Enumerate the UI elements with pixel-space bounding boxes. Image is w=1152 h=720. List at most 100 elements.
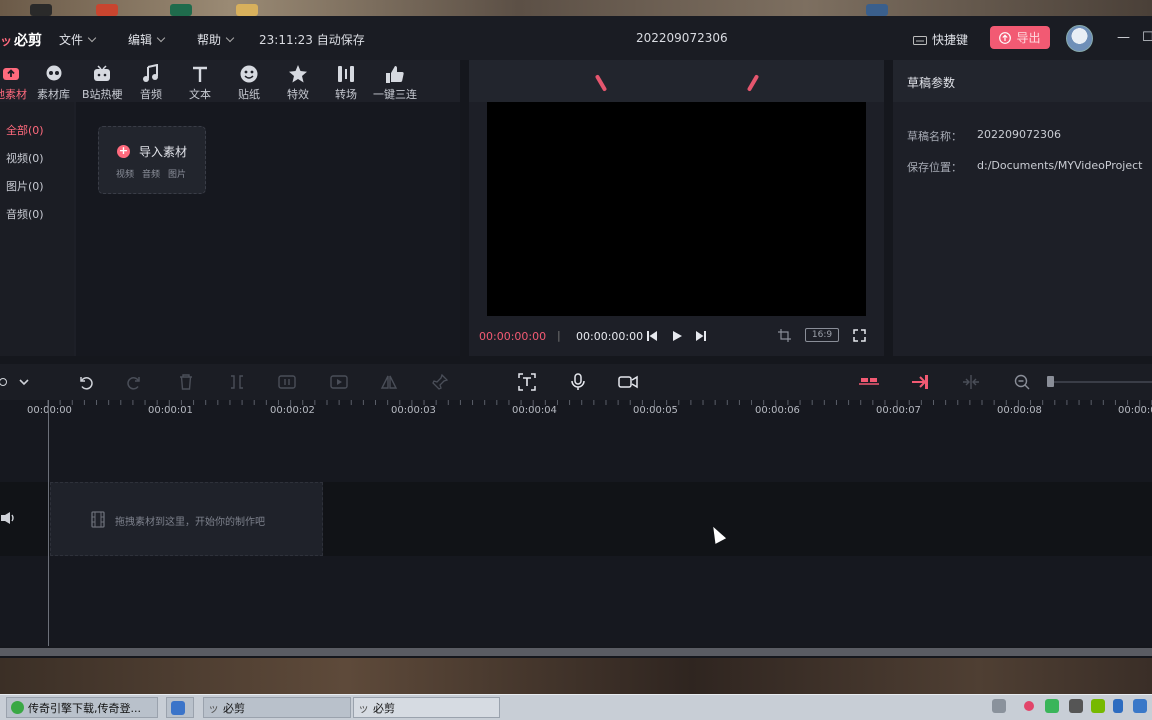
menu-edit[interactable]: 编辑 xyxy=(128,31,166,48)
bluetooth-tray-icon[interactable] xyxy=(1113,699,1123,713)
tool-bilibili-memes[interactable]: B站热梗 xyxy=(82,64,123,102)
fullscreen-icon[interactable] xyxy=(853,329,866,342)
taskbar-item-bijian-2[interactable]: ッ 必剪 xyxy=(353,697,500,718)
avatar[interactable] xyxy=(1066,25,1093,52)
properties-title: 草稿参数 xyxy=(907,76,956,90)
chevron-down-icon xyxy=(87,33,97,43)
export-button[interactable]: 导出 xyxy=(990,26,1050,49)
media-tray-icon[interactable] xyxy=(1045,699,1059,713)
skip-forward-icon[interactable] xyxy=(695,330,707,342)
category-all[interactable]: 全部(0) xyxy=(6,122,44,138)
snap-icon[interactable] xyxy=(859,372,879,392)
bijian-icon: ッ xyxy=(358,701,369,715)
main-track[interactable]: 拖拽素材到这里，开始你的制作吧 xyxy=(0,482,1152,556)
split-icon[interactable] xyxy=(227,372,247,392)
record-tray-icon[interactable] xyxy=(1024,701,1034,711)
bijian-icon: ッ xyxy=(208,701,219,715)
text-t-icon xyxy=(189,64,211,84)
taskbar-item-browser[interactable]: 传奇引擎下载,传奇登... xyxy=(6,697,158,718)
sparkle-icon xyxy=(287,64,309,84)
media-toolbar: 地素材 素材库 B站热梗 音频 文本 贴纸 xyxy=(0,60,460,102)
media-category-nav: 全部(0) 视频(0) 图片(0) 音频(0) xyxy=(0,102,74,356)
undo-icon[interactable] xyxy=(75,372,95,392)
tool-triple-like[interactable]: 一键三连 xyxy=(373,64,417,102)
keyboard-tray-icon[interactable] xyxy=(992,699,1006,713)
speaker-tray-icon[interactable] xyxy=(1069,699,1083,713)
import-type-audio: 音频 xyxy=(142,170,161,180)
tool-sticker[interactable]: 贴纸 xyxy=(238,64,260,102)
import-label: 导入素材 xyxy=(139,145,188,159)
category-image[interactable]: 图片(0) xyxy=(6,178,44,194)
timeline-tracks[interactable]: 拖拽素材到这里，开始你的制作吧 xyxy=(0,422,1152,646)
media-panel: 地素材 素材库 B站热梗 音频 文本 贴纸 xyxy=(0,60,460,356)
reverse-icon[interactable] xyxy=(329,372,349,392)
volume-icon[interactable] xyxy=(0,511,16,525)
text-recognition-icon[interactable] xyxy=(517,372,537,392)
desktop-icon xyxy=(96,4,118,16)
tick-label: 00:00:08 xyxy=(997,405,1042,416)
microphone-icon[interactable] xyxy=(568,372,588,392)
tool-text[interactable]: 文本 xyxy=(189,64,211,102)
play-icon[interactable] xyxy=(671,330,683,342)
autosave-status: 23:11:23 自动保存 xyxy=(259,33,365,47)
category-audio[interactable]: 音频(0) xyxy=(6,206,44,222)
import-media-button[interactable]: + 导入素材 视频 音频 图片 xyxy=(98,126,206,194)
import-row: + 导入素材 xyxy=(117,143,187,160)
magnet-icon[interactable] xyxy=(910,372,930,392)
aspect-ratio-button[interactable]: 16:9 xyxy=(805,328,839,342)
tick-label: 00:00:02 xyxy=(270,405,315,416)
tool-audio[interactable]: 音频 xyxy=(140,64,162,102)
menu-file[interactable]: 文件 xyxy=(59,31,97,48)
align-center-icon[interactable] xyxy=(961,372,981,392)
network-tray-icon[interactable] xyxy=(1133,699,1147,713)
drop-zone[interactable]: 拖拽素材到这里，开始你的制作吧 xyxy=(50,482,323,556)
tick-label: 00:00:07 xyxy=(876,405,921,416)
taskbar-label: 传奇引擎下载,传奇登... xyxy=(28,701,141,715)
tool-local-media[interactable]: 地素材 xyxy=(0,64,27,102)
delete-icon[interactable] xyxy=(176,372,196,392)
media-content-area: + 导入素材 视频 音频 图片 xyxy=(76,102,460,356)
tool-media-library[interactable]: 素材库 xyxy=(37,64,70,102)
category-video[interactable]: 视频(0) xyxy=(6,150,44,166)
taskbar-label: 必剪 xyxy=(223,701,245,715)
tool-transitions[interactable]: 转场 xyxy=(335,64,357,102)
timeline-ruler[interactable]: 00:00:00 00:00:01 00:00:02 00:00:03 00:0… xyxy=(0,400,1152,422)
crop-icon[interactable] xyxy=(778,329,791,342)
preview-screen[interactable] xyxy=(487,102,866,316)
crop-clip-icon[interactable] xyxy=(277,372,297,392)
taskbar-item-app[interactable] xyxy=(166,697,194,718)
pin-icon[interactable] xyxy=(430,372,450,392)
redo-icon[interactable] xyxy=(125,372,145,392)
menu-help[interactable]: 帮助 xyxy=(197,31,235,48)
minimize-icon[interactable]: — xyxy=(1117,30,1130,45)
chevron-down-icon xyxy=(225,33,235,43)
desktop-background-bottom xyxy=(0,658,1152,694)
horizontal-scrollbar[interactable] xyxy=(0,648,1152,656)
playhead[interactable] xyxy=(48,400,49,646)
chevron-down-icon[interactable] xyxy=(14,372,34,392)
record-video-icon[interactable] xyxy=(618,372,638,392)
mirror-icon[interactable] xyxy=(379,372,399,392)
properties-header: 草稿参数 xyxy=(893,60,1152,102)
tool-effects[interactable]: 特效 xyxy=(287,64,309,102)
current-timecode: 00:00:00:00 xyxy=(479,330,547,343)
skip-back-icon[interactable] xyxy=(646,330,658,342)
tool-label: B站热梗 xyxy=(82,88,123,101)
tv-antenna-right-icon xyxy=(746,74,760,92)
drop-hint: 拖拽素材到这里，开始你的制作吧 xyxy=(115,517,265,528)
nvidia-tray-icon[interactable] xyxy=(1091,699,1105,713)
zoom-slider-handle[interactable] xyxy=(1047,376,1054,387)
preview-header xyxy=(469,60,884,102)
zoom-out-icon[interactable] xyxy=(1012,372,1032,392)
maximize-icon[interactable]: ☐ xyxy=(1142,30,1152,45)
timeline-toolbar xyxy=(0,364,1152,400)
zoom-slider[interactable] xyxy=(1048,381,1152,383)
tool-label: 素材库 xyxy=(37,88,70,101)
title-bar: ッ 必剪 文件 编辑 帮助 23:11:23 自动保存 202209072306… xyxy=(0,16,1152,60)
shortcut-button[interactable]: 快捷键 xyxy=(913,31,968,48)
transition-icon xyxy=(335,64,357,84)
shortcut-label: 快捷键 xyxy=(932,33,969,47)
chevron-down-icon xyxy=(156,33,166,43)
playback-controls: 00:00:00:00 | 00:00:00:00 16:9 xyxy=(469,324,884,348)
taskbar-item-bijian-1[interactable]: ッ 必剪 xyxy=(203,697,351,718)
